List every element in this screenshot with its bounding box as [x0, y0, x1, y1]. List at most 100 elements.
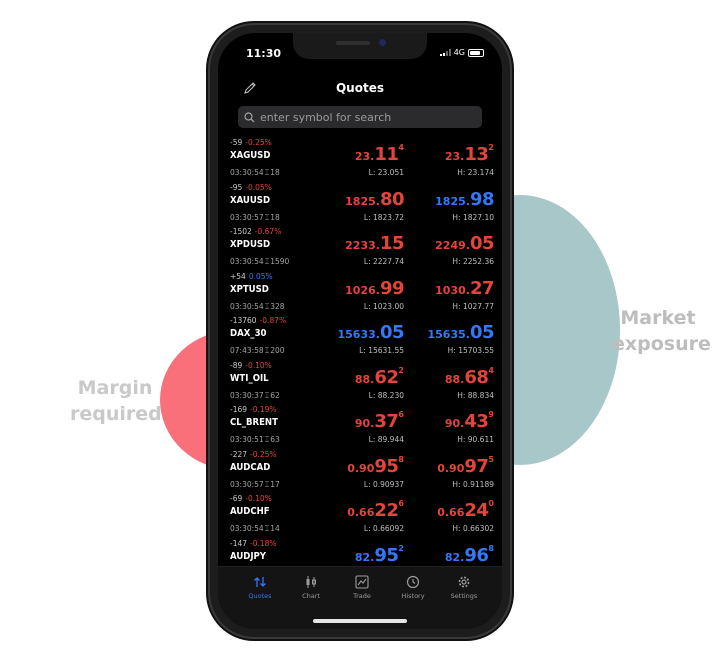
tab-trade[interactable]: Trade	[334, 575, 390, 600]
bid-price[interactable]: 90.376	[355, 410, 404, 432]
price-big: 37	[374, 411, 399, 432]
ask-price[interactable]: 2249.05	[435, 233, 494, 254]
spread-icon: ⌶	[264, 479, 270, 489]
tab-quotes[interactable]: Quotes	[232, 575, 288, 600]
change-percent: -0.25%	[250, 449, 277, 459]
change-points: -147	[230, 538, 248, 548]
battery-icon	[468, 48, 484, 57]
bid-price[interactable]: 0.90958	[347, 455, 404, 477]
bid-price[interactable]: 2233.15	[345, 233, 404, 254]
phone-screen: 11:30 4G Quotes -59-0.25%XAGUSD03:30:54⌶…	[218, 33, 502, 629]
high-price: H: 2252.36	[452, 257, 494, 266]
market-label-line: exposure	[612, 333, 711, 355]
price-big: 24	[464, 500, 489, 521]
bid-price[interactable]: 15633.05	[337, 322, 404, 343]
quotes-list[interactable]: -59 -0.25% XAGUSD 03:30:54⌶18 23.114 23.132 L:…	[218, 137, 502, 569]
change-percent: -0.18%	[250, 538, 277, 548]
ask-price[interactable]: 82.968	[445, 544, 494, 566]
spread-icon: ⌶	[264, 435, 270, 444]
signal-icon	[439, 49, 451, 56]
price-small: 1030.	[435, 283, 470, 297]
search-input[interactable]	[255, 109, 462, 125]
tab-chart[interactable]: Chart	[283, 575, 339, 600]
bid-price[interactable]: 1825.80	[345, 189, 404, 210]
phone-frame: 11:30 4G Quotes -59-0.25%XAGUSD03:30:54⌶…	[210, 25, 510, 637]
low-price: L: 2227.74	[363, 257, 404, 266]
tab-label: Quotes	[248, 592, 272, 600]
quote-row[interactable]: -69 -0.10% AUDCHF 03:30:54⌶14 0.66226 0.66240…	[218, 493, 502, 538]
price-pip: 4	[488, 365, 494, 375]
spread-icon: ⌶	[264, 212, 270, 222]
quote-row[interactable]: -59 -0.25% XAGUSD 03:30:54⌶18 23.114 23.132 L:…	[218, 137, 502, 182]
quote-row[interactable]: -89 -0.10% WTI_OIL 03:30:37⌶62 88.622 88.684 L…	[218, 360, 502, 405]
quote-row[interactable]: -1502 -0.67% XPDUSD 03:30:54⌶1590 2233.15 224…	[218, 226, 502, 271]
price-big: 80	[379, 188, 405, 210]
symbol-name: AUDCHF	[230, 506, 270, 517]
spread-value: 18	[270, 212, 280, 222]
change-percent: -0.10%	[245, 360, 272, 370]
change-percent: -0.19%	[250, 405, 277, 414]
tab-history[interactable]: History	[385, 575, 441, 600]
status-time: 11:30	[246, 47, 282, 60]
symbol-name: XAGUSD	[230, 150, 271, 161]
bid-price[interactable]: 88.622	[355, 366, 404, 388]
bid-price[interactable]: 23.114	[355, 143, 404, 165]
price-pip: 4	[398, 143, 404, 152]
price-big: 96	[464, 544, 489, 566]
spread-icon: ⌶	[264, 257, 270, 266]
price-pip: 2	[398, 543, 404, 553]
low-price: L: 0.90937	[363, 479, 404, 489]
quote-row[interactable]: +54 0.05% XPTUSD 03:30:54⌶328 1026.99 1030.27…	[218, 271, 502, 316]
high-price: H: 15703.55	[447, 346, 494, 355]
price-small: 1825.	[435, 194, 470, 208]
price-big: 68	[464, 366, 489, 388]
ask-price[interactable]: 0.66240	[437, 499, 494, 521]
quote-time: 07:43:58	[230, 346, 264, 355]
quote-meta: 03:30:57⌶18	[230, 213, 280, 223]
price-big: 97	[464, 455, 489, 477]
ask-price[interactable]: 15635.05	[427, 322, 494, 343]
arrows-updown-icon	[232, 575, 288, 589]
price-small: 1825.	[345, 194, 380, 208]
price-small: 2233.	[345, 239, 380, 252]
quote-meta: 03:30:54⌶328	[230, 302, 285, 312]
change-info: -95 -0.05%	[230, 183, 272, 192]
bid-price[interactable]: 1026.99	[345, 278, 404, 299]
quote-row[interactable]: -13760 -0.87% DAX_30 07:43:58⌶200 15633.05 15…	[218, 315, 502, 360]
symbol-name: XAUUSD	[230, 194, 271, 206]
ask-price[interactable]: 23.132	[445, 143, 494, 165]
low-price: L: 89.944	[368, 435, 404, 444]
spread-value: 1590	[270, 257, 290, 266]
bid-price[interactable]: 0.66226	[347, 499, 404, 521]
spread-icon: ⌶	[264, 346, 270, 355]
price-small: 1026.	[345, 283, 380, 297]
ask-price[interactable]: 0.90975	[437, 455, 494, 477]
high-price: H: 88.834	[457, 390, 494, 400]
price-big: 99	[379, 277, 405, 299]
price-big: 95	[374, 544, 399, 566]
network-label: 4G	[453, 48, 465, 57]
price-big: 11	[374, 144, 399, 165]
quote-row[interactable]: -227 -0.25% AUDCAD 03:30:57⌶17 0.90958 0.9097…	[218, 449, 502, 494]
search-bar[interactable]	[238, 106, 482, 128]
ask-price[interactable]: 1825.98	[435, 189, 494, 210]
change-info: -1502 -0.67%	[230, 227, 281, 236]
change-percent: -0.05%	[245, 182, 272, 192]
price-pip: 0	[488, 499, 494, 508]
ask-price[interactable]: 90.439	[445, 410, 494, 432]
ask-price[interactable]: 1030.27	[435, 278, 494, 299]
quote-meta: 03:30:54⌶14	[230, 524, 280, 534]
price-small: 82.	[354, 550, 375, 564]
bid-price[interactable]: 82.952	[354, 543, 404, 566]
tab-settings[interactable]: Settings	[436, 575, 492, 600]
quote-row[interactable]: -95 -0.05% XAUUSD 03:30:57⌶18 1825.80 1825.98…	[218, 182, 502, 227]
change-info: -69 -0.10%	[230, 494, 272, 503]
low-price: L: 0.66092	[363, 524, 404, 533]
change-points: -227	[230, 449, 248, 459]
symbol-name: CL_BRENT	[230, 417, 278, 428]
quote-row[interactable]: -169 -0.19% CL_BRENT 03:30:51⌶63 90.376 90.43…	[218, 404, 502, 449]
quote-row[interactable]: -147-0.18%AUDJPY03:30:56⌶1682.95282.968L…	[218, 538, 502, 570]
ask-price[interactable]: 88.684	[445, 365, 494, 388]
change-percent: 0.05%	[248, 271, 273, 281]
price-big: 43	[464, 411, 489, 432]
